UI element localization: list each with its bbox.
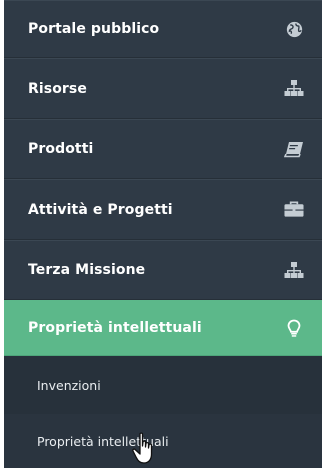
sidebar-item-label: Prodotti (28, 141, 94, 157)
submenu-item-label: Invenzioni (37, 377, 101, 393)
sidebar-item-label: Attività e Progetti (28, 201, 173, 218)
globe-icon (284, 19, 304, 39)
briefcase-icon (284, 200, 304, 220)
sidebar-item-label: Portale pubblico (28, 21, 160, 37)
sidebar-item-prodotti[interactable]: Prodotti (4, 119, 322, 179)
sitemap-icon (284, 79, 304, 99)
sidebar-item-terza-missione[interactable]: Terza Missione (4, 240, 322, 300)
submenu-item-invenzioni[interactable]: Invenzioni (4, 356, 322, 414)
book-icon (284, 139, 304, 159)
sidebar-item-portale-pubblico[interactable]: Portale pubblico (4, 0, 322, 58)
hand-pointer-icon (132, 432, 153, 464)
sidebar-item-label: Terza Missione (28, 262, 146, 278)
submenu-item-proprieta-intellettuali[interactable]: Proprietà intellettuali (4, 414, 322, 468)
sidebar-item-risorse[interactable]: Risorse (4, 58, 322, 119)
sidebar-item-label: Risorse (28, 80, 87, 97)
lightbulb-icon (284, 318, 304, 338)
sidebar-item-attivita-progetti[interactable]: Attività e Progetti (4, 179, 322, 240)
sidebar-item-label: Proprietà intellettuali (28, 320, 202, 336)
sidebar-item-proprieta-intellettuali[interactable]: Proprietà intellettuali (4, 300, 322, 356)
sitemap-icon (284, 260, 304, 280)
sidebar-menu: Portale pubblico Risorse Prodotti Attivi… (4, 0, 322, 468)
